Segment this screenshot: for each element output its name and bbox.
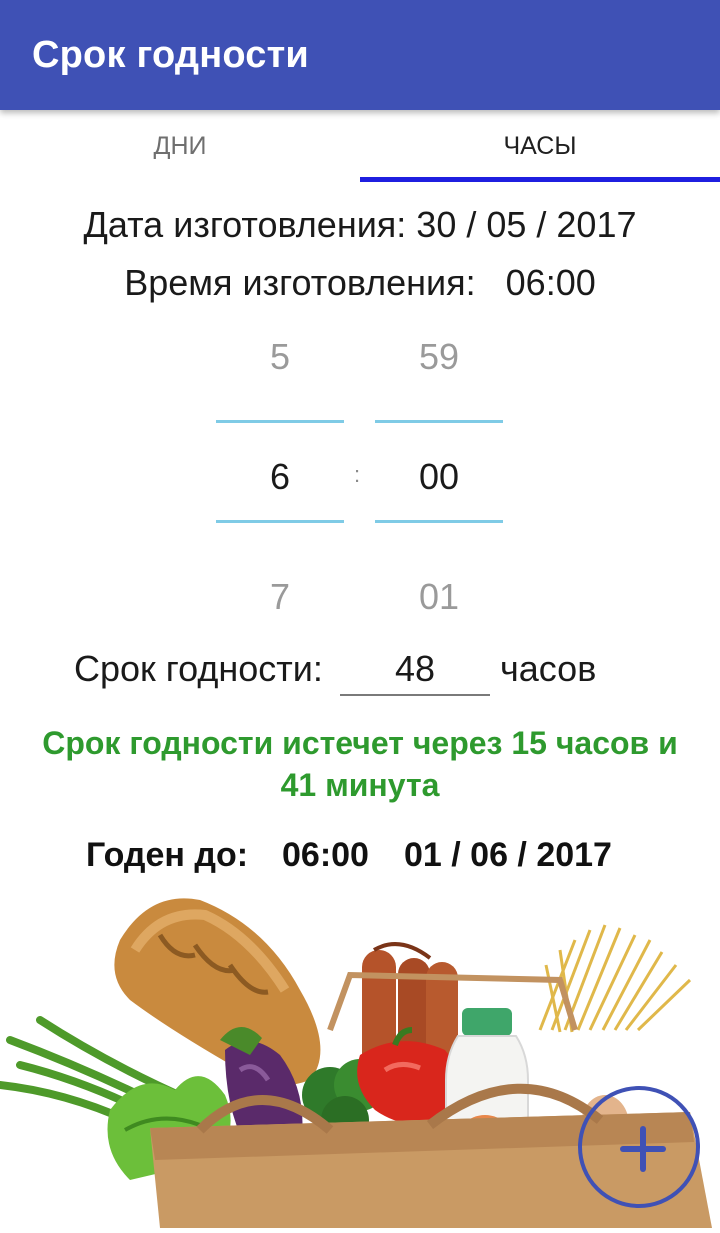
expire-message: Срок годности истечет через 15 часов и 4…	[0, 722, 720, 806]
shelf-life-label: Срок годности:	[74, 648, 323, 689]
tab-days[interactable]: ДНИ	[0, 110, 360, 182]
expire-message-line1: Срок годности истечет через 15 часов и	[42, 725, 678, 761]
hour-picker[interactable]: 5 6 7	[216, 330, 344, 630]
manufacture-date[interactable]: Дата изготовления: 30 / 05 / 2017	[0, 204, 720, 246]
hour-prev[interactable]: 5	[216, 336, 344, 378]
manufacture-time[interactable]: Время изготовления: 06:00	[0, 262, 720, 304]
good-until-label: Годен до:	[86, 836, 249, 874]
shelf-life-unit: часов	[500, 648, 597, 689]
shelf-life-field[interactable]: 48	[340, 640, 490, 696]
app-bar: Срок годности	[0, 0, 720, 110]
minute-next[interactable]: 01	[375, 576, 503, 618]
tab-indicator	[360, 177, 720, 182]
minute-divider-top	[375, 420, 503, 423]
picker-separator: :	[354, 462, 361, 487]
add-button[interactable]	[578, 1086, 700, 1208]
app-title: Срок годности	[32, 34, 309, 76]
shelf-life-input[interactable]: 48	[340, 648, 490, 690]
minute-divider-bottom	[375, 520, 503, 523]
hour-selected[interactable]: 6	[216, 456, 344, 498]
minute-prev[interactable]: 59	[375, 336, 503, 378]
good-until-date: 01 / 06 / 2017	[404, 836, 612, 874]
expire-message-line2: 41 минута	[280, 767, 440, 803]
plus-icon	[620, 1126, 666, 1172]
minute-selected[interactable]: 00	[375, 456, 503, 498]
hour-divider-top	[216, 420, 344, 423]
tab-bar: ДНИ ЧАСЫ	[0, 110, 720, 182]
good-until-time: 06:00	[282, 836, 369, 874]
minute-picker[interactable]: 59 00 01	[375, 330, 503, 630]
hour-next[interactable]: 7	[216, 576, 344, 618]
tab-hours[interactable]: ЧАСЫ	[360, 110, 720, 182]
hour-divider-bottom	[216, 520, 344, 523]
